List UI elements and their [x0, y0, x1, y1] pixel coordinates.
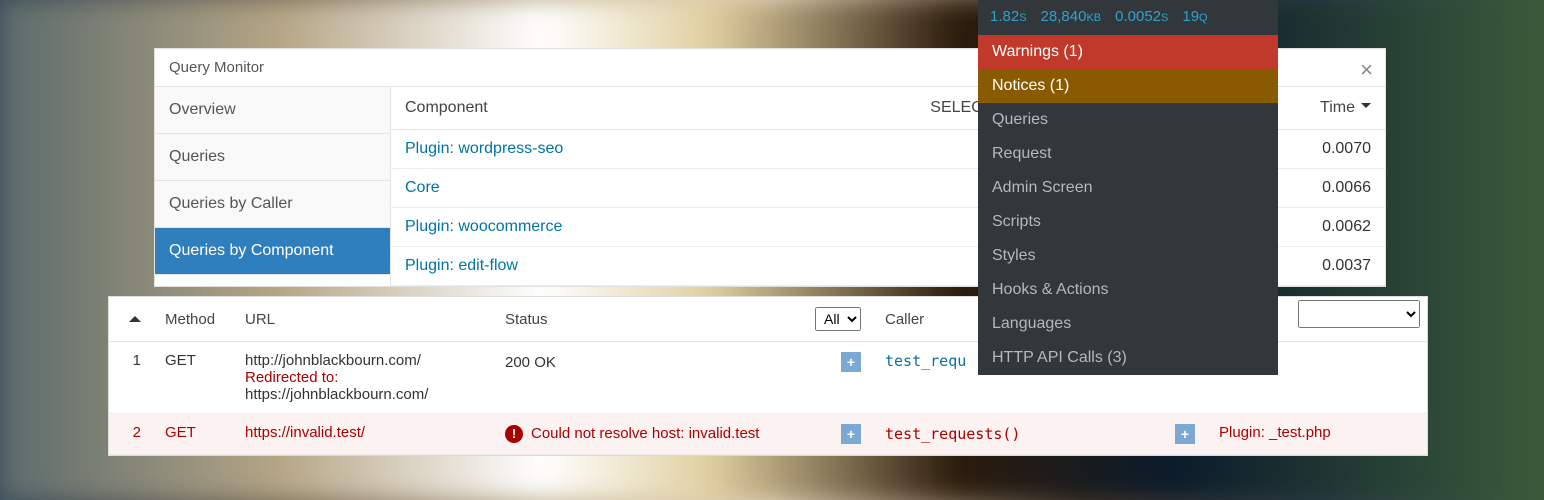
- status-text: 200 OK: [505, 354, 556, 371]
- stat-time: 1.82s: [990, 8, 1027, 25]
- col-component[interactable]: Component: [391, 87, 793, 130]
- expand-button[interactable]: +: [841, 424, 861, 444]
- component-filter[interactable]: [1298, 300, 1420, 328]
- component-link[interactable]: Plugin: woocommerce: [405, 218, 562, 235]
- admin-stats[interactable]: 1.82s 28,840KB 0.0052s 19Q: [978, 0, 1278, 35]
- redirect-url: https://johnblackbourn.com/: [245, 386, 481, 403]
- panel-title: Query Monitor: [169, 59, 264, 76]
- request-url: http://johnblackbourn.com/: [245, 352, 481, 369]
- menu-item[interactable]: Request: [978, 137, 1278, 171]
- expand-button[interactable]: +: [1175, 424, 1195, 444]
- status-text: Could not resolve host: invalid.test: [531, 425, 759, 442]
- component-name: Plugin: _test.php: [1219, 424, 1331, 441]
- close-icon[interactable]: ×: [1360, 57, 1373, 83]
- component-link[interactable]: Core: [405, 179, 440, 196]
- method: GET: [153, 342, 233, 414]
- row-index: 1: [109, 342, 153, 414]
- stat-memory: 28,840KB: [1041, 8, 1102, 25]
- col-url[interactable]: URL: [233, 297, 493, 342]
- status-filter-select[interactable]: All: [815, 307, 861, 331]
- nav-queries[interactable]: Queries: [155, 134, 390, 181]
- col-status[interactable]: Status All: [493, 297, 873, 342]
- menu-item[interactable]: Styles: [978, 239, 1278, 273]
- sort-icon: [1361, 103, 1371, 113]
- request-url: https://invalid.test/: [245, 424, 481, 441]
- row-index: 2: [109, 414, 153, 455]
- component-link[interactable]: Plugin: edit-flow: [405, 257, 518, 274]
- col-method[interactable]: Method: [153, 297, 233, 342]
- menu-item[interactable]: Admin Screen: [978, 171, 1278, 205]
- component-filter-select[interactable]: [1298, 300, 1420, 328]
- component-link[interactable]: Plugin: wordpress-seo: [405, 140, 563, 157]
- menu-item[interactable]: Hooks & Actions: [978, 273, 1278, 307]
- expand-button[interactable]: +: [841, 352, 861, 372]
- stat-queries: 19Q: [1182, 8, 1207, 25]
- menu-item[interactable]: HTTP API Calls (3): [978, 341, 1278, 375]
- caller-fn: test_requests(): [885, 425, 1020, 443]
- nav-overview[interactable]: Overview: [155, 87, 390, 134]
- sort-asc-icon: [129, 310, 141, 322]
- menu-item[interactable]: Scripts: [978, 205, 1278, 239]
- menu-item[interactable]: Notices (1): [978, 69, 1278, 103]
- method: GET: [153, 414, 233, 455]
- admin-bar-menu: 1.82s 28,840KB 0.0052s 19Q Warnings (1)N…: [978, 0, 1278, 375]
- error-icon: !: [505, 425, 523, 443]
- menu-item[interactable]: Languages: [978, 307, 1278, 341]
- redirect-label: Redirected to:: [245, 369, 481, 386]
- nav-queries-by-component[interactable]: Queries by Component: [155, 228, 390, 275]
- col-index[interactable]: [109, 297, 153, 342]
- sidebar-nav: Overview Queries Queries by Caller Queri…: [155, 87, 391, 286]
- menu-item[interactable]: Warnings (1): [978, 35, 1278, 69]
- nav-queries-by-caller[interactable]: Queries by Caller: [155, 181, 390, 228]
- menu-item[interactable]: Queries: [978, 103, 1278, 137]
- table-row: 2GET https://invalid.test/! Could not reso…: [109, 414, 1427, 455]
- caller-fn: test_requ: [885, 352, 966, 370]
- stat-db-time: 0.0052s: [1115, 8, 1168, 25]
